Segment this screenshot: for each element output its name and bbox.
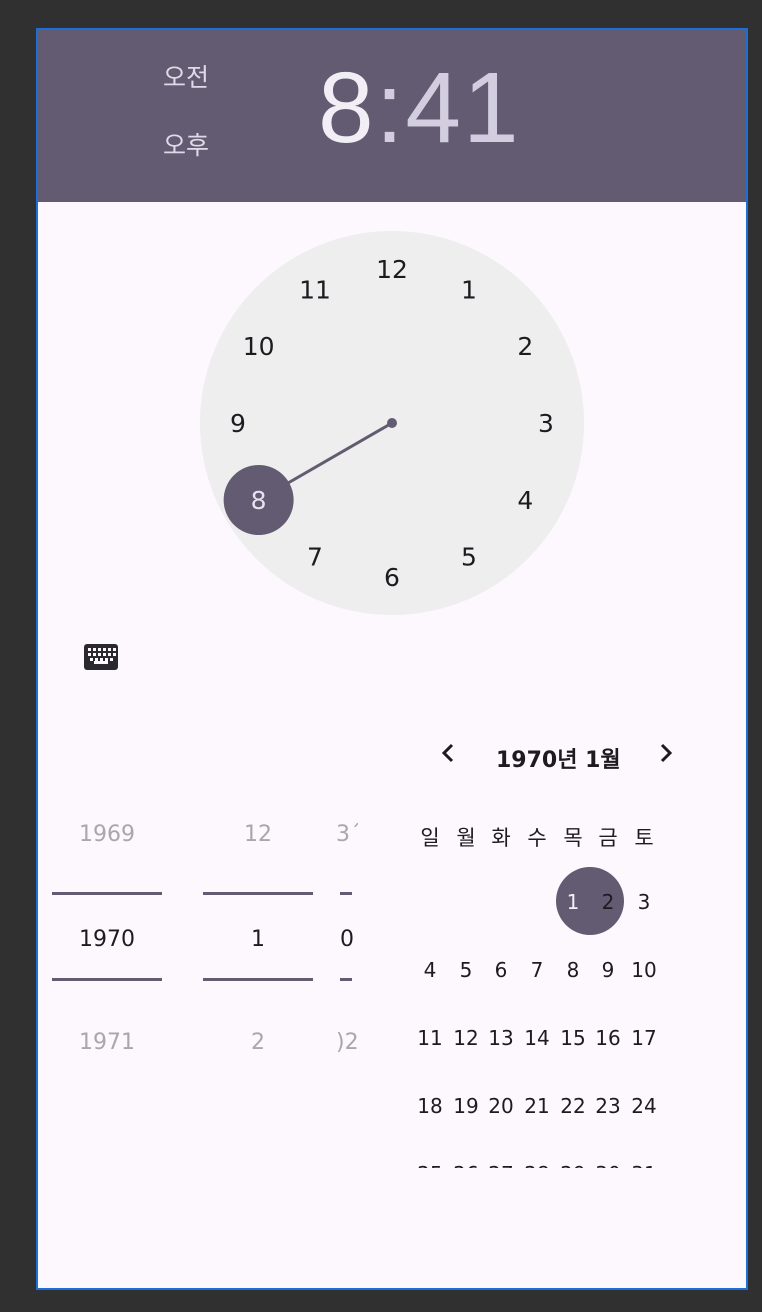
keyboard-space bbox=[94, 661, 108, 664]
chevron-right-icon[interactable] bbox=[650, 738, 680, 768]
calendar-day-12[interactable]: 12 bbox=[449, 1026, 483, 1050]
calendar-day-7[interactable]: 7 bbox=[520, 958, 554, 982]
weekday-6: 토 bbox=[634, 826, 654, 850]
day-divider-top bbox=[340, 892, 352, 895]
calendar-day-16[interactable]: 16 bbox=[591, 1026, 625, 1050]
calendar-day-1[interactable]: 1 bbox=[556, 890, 590, 914]
month-divider-top bbox=[203, 892, 313, 895]
am-toggle[interactable]: 오전 bbox=[163, 58, 209, 94]
year-divider-top bbox=[52, 892, 162, 895]
calendar-day-19[interactable]: 19 bbox=[449, 1094, 483, 1118]
hour-display[interactable]: 8 bbox=[318, 52, 376, 164]
calendar-day-21[interactable]: 21 bbox=[520, 1094, 554, 1118]
calendar-day-13[interactable]: 13 bbox=[484, 1026, 518, 1050]
clock-number-7[interactable]: 7 bbox=[307, 542, 323, 571]
weekday-0: 일 bbox=[420, 826, 440, 850]
calendar-month-title: 1970년 1월 bbox=[496, 748, 621, 773]
month-prev[interactable]: 12 bbox=[203, 822, 313, 847]
calendar-day-6[interactable]: 6 bbox=[484, 958, 518, 982]
keyboard-icon[interactable] bbox=[84, 644, 118, 670]
clock-number-8[interactable]: 8 bbox=[251, 486, 267, 515]
calendar-day-4[interactable]: 4 bbox=[413, 958, 447, 982]
clock-number-6[interactable]: 6 bbox=[384, 563, 400, 592]
month-current[interactable]: 1 bbox=[203, 927, 313, 952]
calendar-day-17[interactable]: 17 bbox=[627, 1026, 661, 1050]
day-spinner[interactable]: 3´ 0 )2 bbox=[336, 810, 358, 1070]
calendar-day-15[interactable]: 15 bbox=[556, 1026, 590, 1050]
clock-number-12[interactable]: 12 bbox=[376, 255, 408, 284]
calendar-day-8[interactable]: 8 bbox=[556, 958, 590, 982]
day-prev[interactable]: 3´ bbox=[336, 822, 358, 847]
weekday-1: 월 bbox=[456, 826, 476, 850]
day-current[interactable]: 0 bbox=[340, 927, 358, 952]
year-next[interactable]: 1971 bbox=[52, 1030, 162, 1055]
clock-number-1[interactable]: 1 bbox=[461, 276, 477, 305]
minute-display[interactable]: 41 bbox=[405, 52, 520, 164]
month-next[interactable]: 2 bbox=[203, 1030, 313, 1055]
year-divider-bottom bbox=[52, 978, 162, 981]
weekday-2: 화 bbox=[491, 826, 511, 850]
pm-toggle[interactable]: 오후 bbox=[163, 126, 209, 162]
calendar-day-18[interactable]: 18 bbox=[413, 1094, 447, 1118]
year-prev[interactable]: 1969 bbox=[52, 822, 162, 847]
calendar-day-24[interactable]: 24 bbox=[627, 1094, 661, 1118]
month-divider-bottom bbox=[203, 978, 313, 981]
calendar-day-22[interactable]: 22 bbox=[556, 1094, 590, 1118]
clock-number-5[interactable]: 5 bbox=[461, 542, 477, 571]
calendar-day-10[interactable]: 10 bbox=[627, 958, 661, 982]
weekday-3: 수 bbox=[527, 826, 547, 850]
clock-number-11[interactable]: 11 bbox=[299, 276, 331, 305]
clock-number-2[interactable]: 2 bbox=[517, 332, 533, 361]
clock-face[interactable]: 121234567891011 bbox=[38, 202, 746, 632]
weekday-4: 목 bbox=[563, 826, 583, 850]
calendar-day-9[interactable]: 9 bbox=[591, 958, 625, 982]
calendar-bottom-fade bbox=[38, 1168, 746, 1208]
clock-number-9[interactable]: 9 bbox=[230, 409, 246, 438]
time-colon: : bbox=[375, 52, 406, 164]
calendar-day-2[interactable]: 2 bbox=[591, 890, 625, 914]
time-header: 오전 오후 8:41 bbox=[38, 30, 746, 202]
calendar-day-23[interactable]: 23 bbox=[591, 1094, 625, 1118]
time-display: 8:41 bbox=[318, 58, 521, 158]
calendar-day-14[interactable]: 14 bbox=[520, 1026, 554, 1050]
clock-number-3[interactable]: 3 bbox=[538, 409, 554, 438]
year-current[interactable]: 1970 bbox=[52, 927, 162, 952]
clock-number-4[interactable]: 4 bbox=[517, 486, 533, 515]
clock-center-dot bbox=[387, 418, 397, 428]
calendar-day-20[interactable]: 20 bbox=[484, 1094, 518, 1118]
weekday-5: 금 bbox=[598, 826, 618, 850]
date-time-picker: 오전 오후 8:41 12 1 2 3 4 5 6 7 8 9 10 11 1969 1970 197… bbox=[36, 28, 748, 1290]
calendar-day-11[interactable]: 11 bbox=[413, 1026, 447, 1050]
calendar-day-3[interactable]: 3 bbox=[627, 890, 661, 914]
chevron-left-icon[interactable] bbox=[434, 738, 464, 768]
day-next[interactable]: )2 bbox=[336, 1030, 358, 1055]
day-divider-bottom bbox=[340, 978, 352, 981]
calendar-day-5[interactable]: 5 bbox=[449, 958, 483, 982]
clock-number-10[interactable]: 10 bbox=[243, 332, 275, 361]
